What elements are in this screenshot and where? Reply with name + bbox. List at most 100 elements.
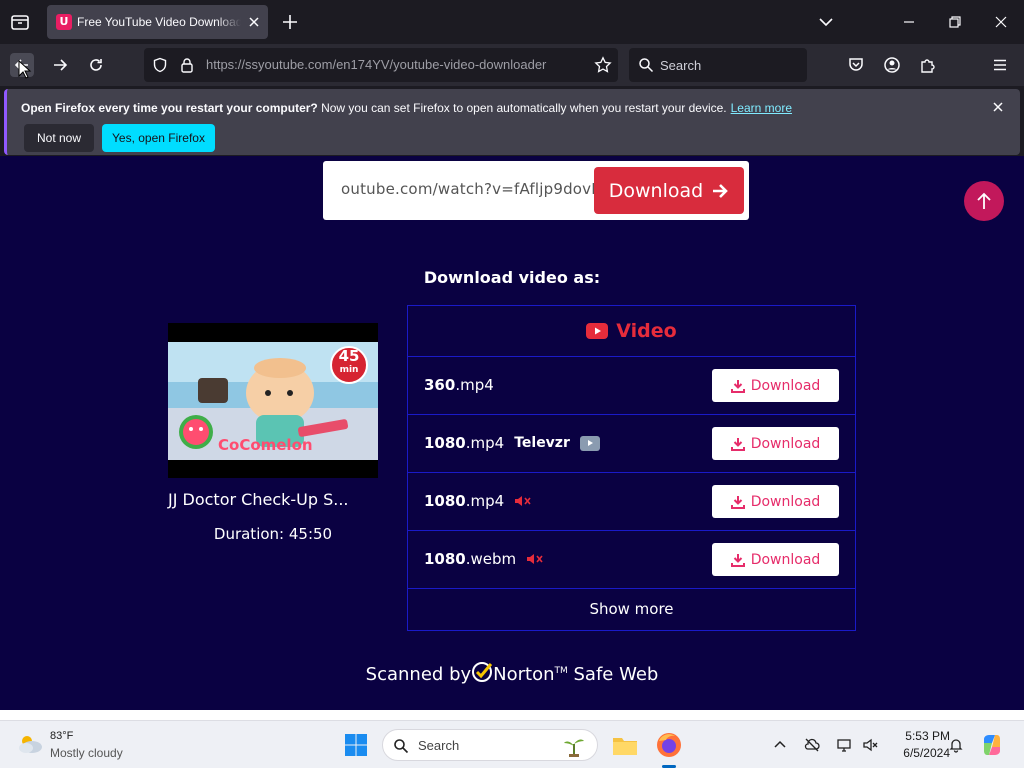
restore-icon[interactable] <box>948 15 962 29</box>
main-download-button[interactable]: Download <box>594 167 744 214</box>
taskbar-search-placeholder: Search <box>418 738 460 753</box>
new-tab-icon[interactable] <box>281 13 299 31</box>
arrow-right-icon <box>713 183 729 198</box>
notification-close-icon[interactable] <box>992 101 1004 113</box>
chevron-up-icon[interactable] <box>772 737 788 753</box>
youtube-icon <box>586 323 609 339</box>
format-quality: 1080 <box>424 492 466 510</box>
url-text[interactable]: https://ssyoutube.com/en174YV/youtube-vi… <box>206 57 546 72</box>
learn-more-link[interactable]: Learn more <box>731 101 792 115</box>
reload-button[interactable] <box>84 53 108 77</box>
minimize-icon[interactable] <box>902 15 916 29</box>
format-quality: 1080 <box>424 550 466 568</box>
active-tab[interactable]: U Free YouTube Video Downloader <box>47 5 268 39</box>
norton-suffix: Safe Web <box>567 664 659 685</box>
format-label: 1080.mp4 <box>424 492 532 510</box>
cloud-offline-icon[interactable] <box>804 737 820 753</box>
norton-prefix: Scanned by <box>365 664 472 685</box>
url-bar[interactable]: https://ssyoutube.com/en174YV/youtube-vi… <box>144 48 618 82</box>
format-row: 360.mp4 Download <box>408 357 855 415</box>
chevron-down-icon[interactable] <box>818 15 834 29</box>
nav-toolbar: https://ssyoutube.com/en174YV/youtube-vi… <box>0 44 1024 117</box>
plant-icon <box>564 739 584 757</box>
format-download-button[interactable]: Download <box>712 427 839 460</box>
format-label: 1080.webm <box>424 550 544 568</box>
format-row: 1080.mp4 Televzr Download <box>408 415 855 473</box>
scroll-to-top-button[interactable] <box>964 181 1004 221</box>
weather-description[interactable]: Mostly cloudy <box>50 746 123 760</box>
format-download-label: Download <box>750 435 821 452</box>
thumbnail-brand: CoComelon <box>218 436 313 454</box>
window-close-icon[interactable] <box>994 15 1008 29</box>
format-download-label: Download <box>750 493 821 510</box>
page-content: outube.com/watch?v=fAfljp9dovE Download … <box>0 156 1024 710</box>
video-thumbnail[interactable]: 45 min CoComelon <box>168 323 378 478</box>
search-bar[interactable]: Search <box>629 48 807 82</box>
default-browser-notification: Open Firefox every time you restart your… <box>4 89 1020 155</box>
tab-favicon-icon: U <box>56 14 72 30</box>
file-explorer-icon[interactable] <box>611 731 639 759</box>
notification-bell-icon[interactable] <box>948 737 964 753</box>
format-ext: .mp4 <box>455 376 494 394</box>
mouse-cursor-icon <box>18 60 32 79</box>
account-icon[interactable] <box>883 56 901 74</box>
forward-arrow-icon <box>54 59 68 71</box>
windows-start-icon[interactable] <box>344 733 368 757</box>
clock-time[interactable]: 5:53 PM <box>890 729 950 743</box>
lock-icon[interactable] <box>179 57 195 73</box>
televzr-label: Televzr <box>514 435 570 451</box>
formats-header: Video <box>408 306 855 357</box>
formats-header-label: Video <box>616 320 677 342</box>
tab-strip: U Free YouTube Video Downloader <box>0 0 1024 44</box>
format-quality: 1080 <box>424 434 466 452</box>
yes-open-firefox-button[interactable]: Yes, open Firefox <box>102 124 215 152</box>
format-row: 1080.mp4 Download <box>408 473 855 531</box>
norton-brand: Norton <box>493 664 555 685</box>
format-download-label: Download <box>750 377 821 394</box>
muted-speaker-icon <box>515 496 531 506</box>
weather-temperature[interactable]: 83°F <box>50 730 73 742</box>
format-download-button[interactable]: Download <box>712 369 839 402</box>
format-label: 1080.mp4 Televzr <box>424 434 600 452</box>
hamburger-menu-icon[interactable] <box>991 56 1009 74</box>
forward-button[interactable] <box>48 53 72 77</box>
extensions-puzzle-icon[interactable] <box>919 56 937 74</box>
speaker-muted-icon[interactable] <box>862 737 878 753</box>
search-placeholder: Search <box>660 58 702 73</box>
download-icon <box>730 437 745 451</box>
show-more-button[interactable]: Show more <box>408 589 855 629</box>
clock-date[interactable]: 6/5/2024 <box>890 746 950 760</box>
play-badge-icon <box>579 435 600 451</box>
format-label: 360.mp4 <box>424 376 494 394</box>
network-icon[interactable] <box>836 737 852 753</box>
norton-safe-web-badge: Scanned by NortonTM Safe Web <box>0 661 1024 685</box>
norton-check-icon <box>472 662 493 682</box>
cloudy-weather-icon[interactable] <box>16 732 44 756</box>
format-download-button[interactable]: Download <box>712 543 839 576</box>
firefox-taskbar-icon[interactable] <box>655 731 683 759</box>
download-icon <box>730 495 745 509</box>
url-host: https://ssyoutube.com <box>206 57 333 72</box>
format-row: 1080.webm Download <box>408 531 855 589</box>
search-icon <box>639 58 654 73</box>
reload-icon <box>90 59 102 71</box>
pocket-icon[interactable] <box>847 56 865 74</box>
tab-list-icon[interactable] <box>8 10 32 34</box>
tab-close-icon[interactable] <box>246 14 262 30</box>
main-download-label: Download <box>608 179 704 202</box>
format-download-button[interactable]: Download <box>712 485 839 518</box>
thumbnail-badge-unit: min <box>339 365 359 375</box>
download-as-heading: Download video as: <box>423 268 601 287</box>
tracking-protection-shield-icon[interactable] <box>152 57 168 73</box>
url-path: /en174YV/youtube-video-downloader <box>332 57 547 72</box>
video-url-input[interactable]: outube.com/watch?v=fAfljp9dovE <box>341 180 601 198</box>
bookmark-star-icon[interactable] <box>594 56 612 74</box>
copilot-icon[interactable] <box>980 733 1004 757</box>
download-icon <box>730 553 745 567</box>
taskbar-search[interactable]: Search <box>382 729 598 761</box>
format-ext: .mp4 <box>465 492 505 510</box>
thumbnail-badge: 45 <box>338 347 360 365</box>
not-now-button[interactable]: Not now <box>24 124 94 152</box>
search-icon <box>394 739 409 754</box>
formats-table: Video 360.mp4 Download 1080.mp4 Televzr <box>407 305 856 631</box>
